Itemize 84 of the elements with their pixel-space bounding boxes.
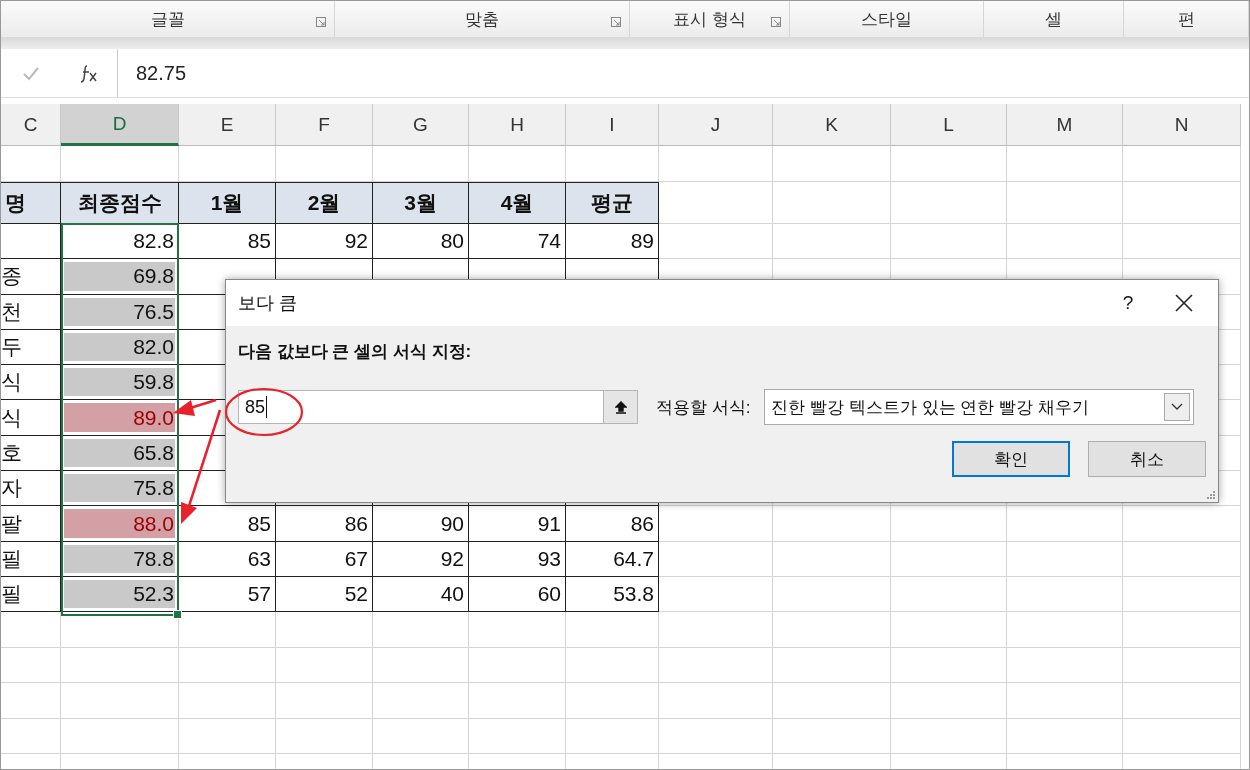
column-header[interactable]: N xyxy=(1123,104,1241,146)
table-cell: 75.8 xyxy=(61,471,179,507)
cancel-button[interactable]: 취소 xyxy=(1088,441,1206,477)
table-cell: 64.7 xyxy=(566,541,659,577)
column-header[interactable]: I xyxy=(566,104,659,146)
up-arrow-icon xyxy=(614,400,627,414)
table-cell: 85 xyxy=(179,224,276,260)
table-cell: 90 xyxy=(373,506,469,542)
formula-input[interactable]: 82.75 xyxy=(118,49,1249,97)
table-cell: 40 xyxy=(373,576,469,613)
function-icon[interactable] xyxy=(81,63,97,83)
group-label: 셀 xyxy=(1045,8,1063,31)
group-label: 글꼴 xyxy=(150,8,185,31)
close-icon xyxy=(1175,294,1193,312)
ok-button[interactable]: 확인 xyxy=(952,441,1070,477)
dropdown-value: 진한 빨강 텍스트가 있는 연한 빨강 채우기 xyxy=(771,396,1089,419)
table-cell: 88.0 xyxy=(61,506,179,542)
group-label: 표시 형식 xyxy=(673,8,746,31)
collapse-button[interactable] xyxy=(603,391,637,423)
resize-grip-icon xyxy=(1207,491,1215,499)
table-cell: 92 xyxy=(276,224,373,260)
table-cell: 52 xyxy=(276,576,373,613)
column-heading: 명 xyxy=(1,182,61,224)
dialog-launcher-icon[interactable] xyxy=(316,17,327,27)
column-header[interactable]: F xyxy=(276,104,373,146)
column-header[interactable]: M xyxy=(1007,104,1123,146)
value-field[interactable]: 85 xyxy=(238,390,638,424)
table-cell: 필 xyxy=(1,576,61,613)
table-cell: 식 xyxy=(1,400,61,436)
table-cell: 식 xyxy=(1,365,61,401)
column-heading: 4월 xyxy=(469,182,566,224)
column-header[interactable]: H xyxy=(469,104,566,146)
column-heading: 3월 xyxy=(373,182,469,224)
help-button[interactable]: ? xyxy=(1100,283,1156,323)
table-cell: 팔 xyxy=(1,506,61,542)
column-heading: 최종점수 xyxy=(61,182,179,224)
column-header[interactable]: C xyxy=(1,104,61,146)
dialog-title: 보다 큼 xyxy=(238,292,297,315)
field-value: 85 xyxy=(245,396,266,418)
column-heading: 2월 xyxy=(276,182,373,224)
column-header[interactable]: E xyxy=(179,104,276,146)
column-header[interactable]: G xyxy=(373,104,469,146)
table-cell: 86 xyxy=(276,506,373,542)
table-cell: 59.8 xyxy=(61,365,179,401)
table-cell: 91 xyxy=(469,506,566,542)
table-cell: 두 xyxy=(1,329,61,366)
column-heading: 1월 xyxy=(179,182,276,224)
table-cell: 89 xyxy=(566,224,659,260)
table-cell: 80 xyxy=(373,224,469,260)
table-cell: 86 xyxy=(566,506,659,542)
prompt-label: 다음 값보다 큰 셀의 서식 지정: xyxy=(238,341,473,363)
column-header[interactable]: J xyxy=(659,104,773,146)
table-cell: 천 xyxy=(1,294,61,330)
group-label: 스타일 xyxy=(861,8,913,31)
table-cell: 92 xyxy=(373,541,469,577)
group-label: 맞춤 xyxy=(465,8,500,31)
dialog-launcher-icon[interactable] xyxy=(611,17,621,27)
table-cell: 69.8 xyxy=(61,259,179,295)
table-cell: 67 xyxy=(276,541,373,577)
table-cell: 호 xyxy=(1,435,61,472)
empty-cell xyxy=(1,683,61,719)
fill-handle[interactable] xyxy=(173,610,182,619)
table-cell: 자 xyxy=(1,471,61,507)
table-cell: 63 xyxy=(179,541,276,577)
table-cell: 89.0 xyxy=(61,400,179,436)
table-cell: 57 xyxy=(179,576,276,613)
format-dropdown[interactable]: 진한 빨강 텍스트가 있는 연한 빨강 채우기 xyxy=(764,389,1195,425)
table-cell: 종 xyxy=(1,259,61,295)
empty-cell xyxy=(1,612,61,648)
table-cell: 60 xyxy=(469,576,566,613)
table-cell: 74 xyxy=(469,224,566,260)
column-header[interactable]: D xyxy=(61,104,179,146)
format-label: 적용할 서식: xyxy=(656,396,751,419)
empty-cell xyxy=(1,647,61,684)
group-label: 편 xyxy=(1177,8,1195,31)
empty-cell xyxy=(1,718,61,755)
table-cell: 필 xyxy=(1,541,61,577)
chevron-down-icon xyxy=(1171,403,1184,411)
column-header[interactable]: L xyxy=(891,104,1007,146)
table-cell: 53.8 xyxy=(566,576,659,613)
column-header[interactable]: K xyxy=(773,104,891,146)
dialog-launcher-icon[interactable] xyxy=(770,17,781,27)
column-heading: 평균 xyxy=(566,182,659,224)
table-cell: 93 xyxy=(469,541,566,577)
